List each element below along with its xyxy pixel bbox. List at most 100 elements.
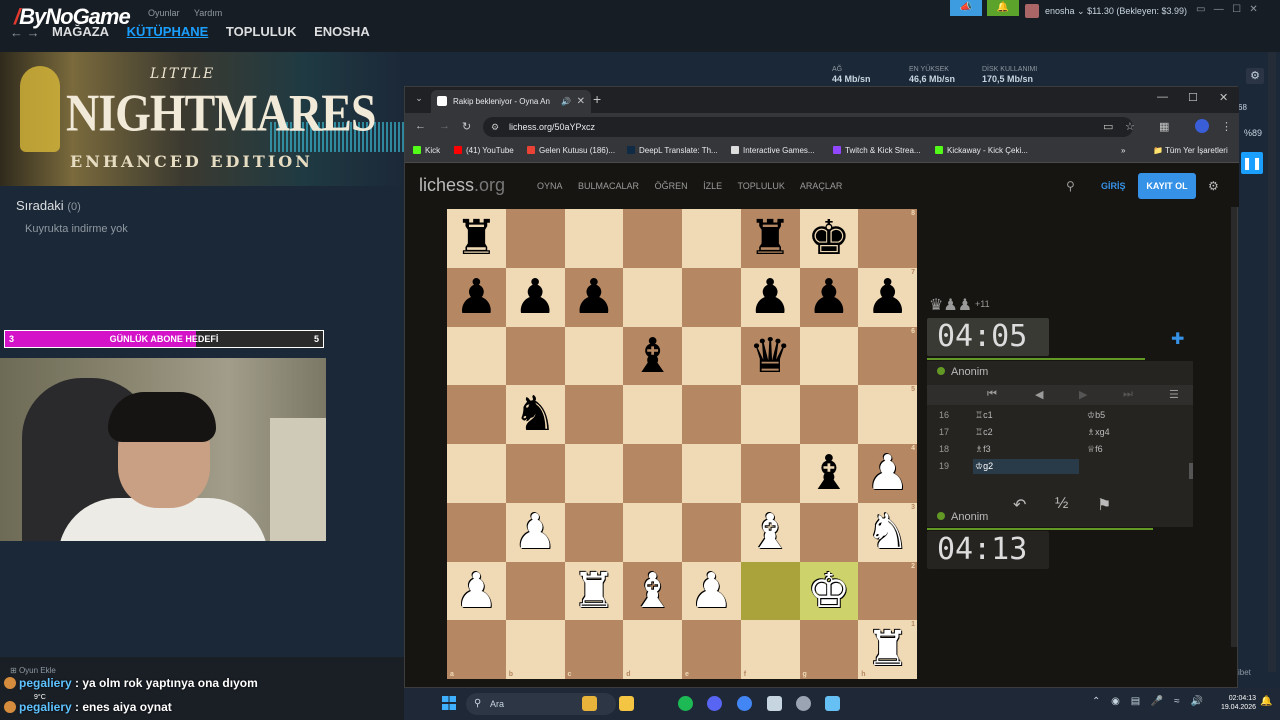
notification-bell-icon[interactable]: 🔔 — [987, 0, 1019, 16]
white-piece-h4[interactable]: ♟ — [858, 444, 917, 503]
black-piece-a8[interactable]: ♜ — [447, 209, 506, 268]
weather-widget[interactable]: 9°C — [34, 694, 46, 701]
offer-draw-button[interactable]: ½ — [1055, 495, 1068, 513]
bookmark-item[interactable]: Kickaway - Kick Çeki... — [935, 146, 1028, 155]
steam-tray-app-icon[interactable] — [825, 696, 840, 711]
bookmark-item[interactable]: Twitch & Kick Strea... — [833, 146, 921, 155]
close-tab-icon[interactable]: ✕ — [577, 90, 585, 113]
tab-search-icon[interactable]: ⌄ — [411, 93, 427, 107]
resign-flag-icon[interactable]: ⚑ — [1097, 495, 1111, 515]
square-g3[interactable] — [799, 502, 859, 562]
black-piece-b7[interactable]: ♟ — [506, 268, 565, 327]
next-move-icon[interactable]: ▶ — [1079, 388, 1087, 401]
reload-icon[interactable]: ↻ — [462, 120, 471, 133]
square-g1[interactable]: g — [799, 620, 859, 679]
steam-app-icon[interactable] — [767, 696, 782, 711]
gear-icon[interactable]: ⚙ — [1246, 68, 1264, 84]
settings-app-icon[interactable] — [796, 696, 811, 711]
window-controls[interactable]: ▭ — ☐ ✕ — [1196, 4, 1258, 15]
bookmark-item[interactable]: Kick — [413, 146, 440, 155]
search-icon[interactable]: ⚲ — [1066, 179, 1075, 193]
lichess-logo[interactable]: lichess.org — [419, 175, 505, 196]
black-piece-h7[interactable]: ♟ — [858, 268, 917, 327]
square-f4[interactable] — [740, 444, 800, 503]
square-c8[interactable] — [564, 209, 624, 268]
white-move[interactable]: ♗f3 — [975, 444, 991, 455]
account-menu[interactable]: enosha ⌄ $11.30 (Bekleyen: $3.99) — [1045, 6, 1187, 17]
square-e5[interactable] — [682, 385, 741, 444]
wifi-icon[interactable]: ≈ — [1174, 696, 1180, 707]
nav-library[interactable]: KÜTÜPHANE — [127, 24, 209, 39]
white-piece-g2[interactable]: ♚ — [800, 562, 859, 621]
site-info-icon[interactable]: ⚙ — [491, 117, 499, 137]
opponent-name[interactable]: Anonim — [937, 366, 988, 378]
square-d3[interactable] — [623, 502, 682, 562]
square-h6[interactable]: 6 — [858, 326, 917, 386]
white-move[interactable]: ♔g2 — [975, 461, 993, 472]
square-e8[interactable] — [682, 209, 741, 268]
maximize-icon[interactable]: ☐ — [1188, 91, 1198, 104]
install-app-icon[interactable]: ▭ — [1103, 120, 1113, 133]
black-piece-c7[interactable]: ♟ — [565, 268, 624, 327]
megaphone-icon[interactable]: 📣 — [950, 0, 982, 16]
minimize-icon[interactable]: — — [1157, 91, 1168, 103]
square-c5[interactable] — [564, 385, 624, 444]
square-d5[interactable] — [623, 385, 682, 444]
square-d8[interactable] — [623, 209, 682, 268]
square-c6[interactable] — [564, 326, 624, 386]
all-bookmarks-folder[interactable]: 📁 Tüm Yer İşaretleri — [1153, 146, 1228, 155]
white-move[interactable]: ♖c1 — [975, 410, 993, 421]
bookmark-item[interactable]: (41) YouTube — [454, 146, 514, 155]
square-c3[interactable] — [564, 502, 624, 562]
nav-watch[interactable]: İZLE — [703, 181, 722, 191]
black-move[interactable]: ♕f6 — [1087, 444, 1103, 455]
square-a5[interactable] — [447, 385, 506, 444]
square-b8[interactable] — [505, 209, 565, 268]
square-c1[interactable]: c — [564, 620, 624, 679]
avatar[interactable] — [1025, 4, 1039, 18]
microphone-icon[interactable]: 🎤 — [1151, 696, 1163, 707]
black-piece-d6[interactable]: ♝ — [623, 327, 682, 386]
pause-icon[interactable]: ❚❚ — [1241, 152, 1263, 174]
close-window-icon[interactable]: ✕ — [1219, 91, 1228, 104]
bookmark-item[interactable]: Gelen Kutusu (186)... — [527, 146, 615, 155]
nav-tools[interactable]: ARAÇLAR — [800, 181, 843, 191]
square-e6[interactable] — [682, 326, 741, 386]
moves-scrollbar[interactable] — [1189, 463, 1193, 479]
black-piece-a7[interactable]: ♟ — [447, 268, 506, 327]
clock[interactable]: 02:04:13 19.04.2026 — [1216, 694, 1256, 712]
black-move[interactable]: ♔b5 — [1087, 410, 1105, 421]
black-piece-f6[interactable]: ♛ — [741, 327, 800, 386]
speaker-icon[interactable]: 🔊 — [561, 90, 571, 113]
white-piece-a2[interactable]: ♟ — [447, 562, 506, 621]
chess-board[interactable]: 8 7 6 5 4 3 2 a b c d e f g 1 h ♜ ♜ ♚ ♟ ♟ ♟ ♟ ♟ ♟ ♝ ♛ ♞ ♝ ♟ ♟ ♝ ♞ ♟ ♜ ♝ ♟ ♚ ♜ — [447, 209, 917, 679]
chrome-icon[interactable] — [582, 696, 597, 711]
menu-games[interactable]: Oyunlar — [148, 8, 180, 18]
spotify-icon[interactable] — [678, 696, 693, 711]
last-move-icon[interactable]: ⏭ — [1123, 388, 1133, 401]
gear-icon[interactable]: ⚙ — [1208, 179, 1219, 193]
add-game-button[interactable]: ⊞ Oyun Ekle — [10, 666, 56, 675]
menu-help[interactable]: Yardım — [194, 8, 222, 18]
black-piece-b5[interactable]: ♞ — [506, 385, 565, 444]
nav-play[interactable]: OYNA — [537, 181, 563, 191]
nav-puzzles[interactable]: BULMACALAR — [578, 181, 639, 191]
extensions-icon[interactable]: ▦ — [1159, 120, 1169, 133]
folder-icon[interactable] — [619, 696, 634, 711]
browser-tab[interactable]: Rakip bekleniyor - Oyna An 🔊 ✕ — [431, 90, 591, 113]
white-piece-b3[interactable]: ♟ — [506, 503, 565, 562]
white-piece-h3[interactable]: ♞ — [858, 503, 917, 562]
tray-chevron-icon[interactable]: ⌃ — [1092, 696, 1100, 707]
profile-avatar[interactable] — [1195, 119, 1209, 133]
square-g5[interactable] — [799, 385, 859, 444]
signup-button[interactable]: KAYIT OL — [1138, 173, 1196, 199]
nav-community[interactable]: TOPLULUK — [737, 181, 784, 191]
nav-learn[interactable]: ÖĞREN — [655, 181, 688, 191]
network-icon[interactable]: ▤ — [1131, 696, 1140, 707]
takeback-icon[interactable]: ↶ — [1013, 495, 1026, 515]
square-b2[interactable] — [505, 561, 565, 621]
nav-store[interactable]: MAĞAZA — [52, 24, 109, 39]
page-scrollbar[interactable] — [1231, 207, 1237, 647]
black-piece-g7[interactable]: ♟ — [800, 268, 859, 327]
player-name[interactable]: Anonim — [937, 511, 988, 523]
